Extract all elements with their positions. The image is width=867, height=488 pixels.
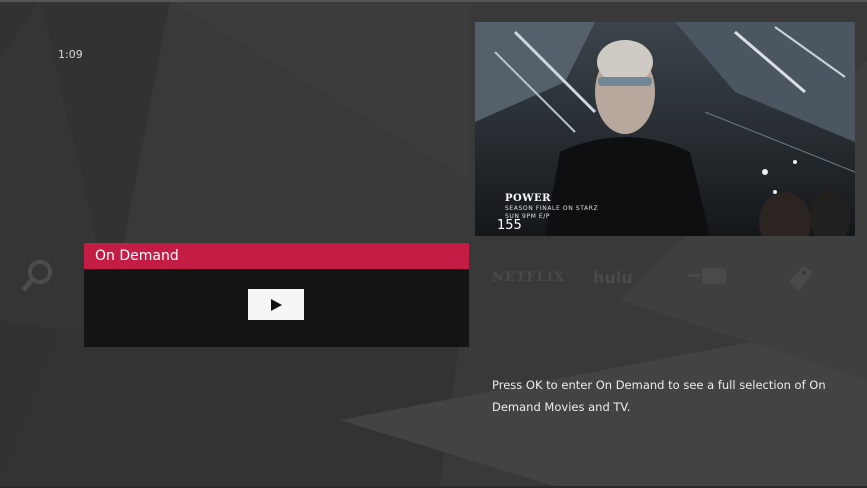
live-tv-preview[interactable]: POWER SEASON FINALE ON STARZ SUN 9PM E/P…: [475, 22, 855, 236]
play-button[interactable]: [248, 289, 304, 320]
youtube-tile[interactable]: [688, 266, 728, 292]
show-promo-line-1: SEASON FINALE ON STARZ: [505, 205, 599, 212]
tag-icon[interactable]: [783, 262, 817, 296]
on-demand-title: On Demand: [84, 243, 469, 269]
on-demand-card[interactable]: On Demand: [84, 243, 469, 347]
on-demand-description: Press OK to enter On Demand to see a ful…: [492, 378, 826, 414]
show-title: POWER: [505, 193, 551, 204]
channel-number: 155: [497, 218, 522, 233]
hulu-tile[interactable]: hulu: [593, 268, 633, 287]
clock: 1:09: [58, 48, 83, 61]
play-icon: [271, 298, 282, 311]
netflix-tile[interactable]: NETFLIX: [492, 270, 565, 285]
youtube-logo-icon: [688, 268, 726, 284]
